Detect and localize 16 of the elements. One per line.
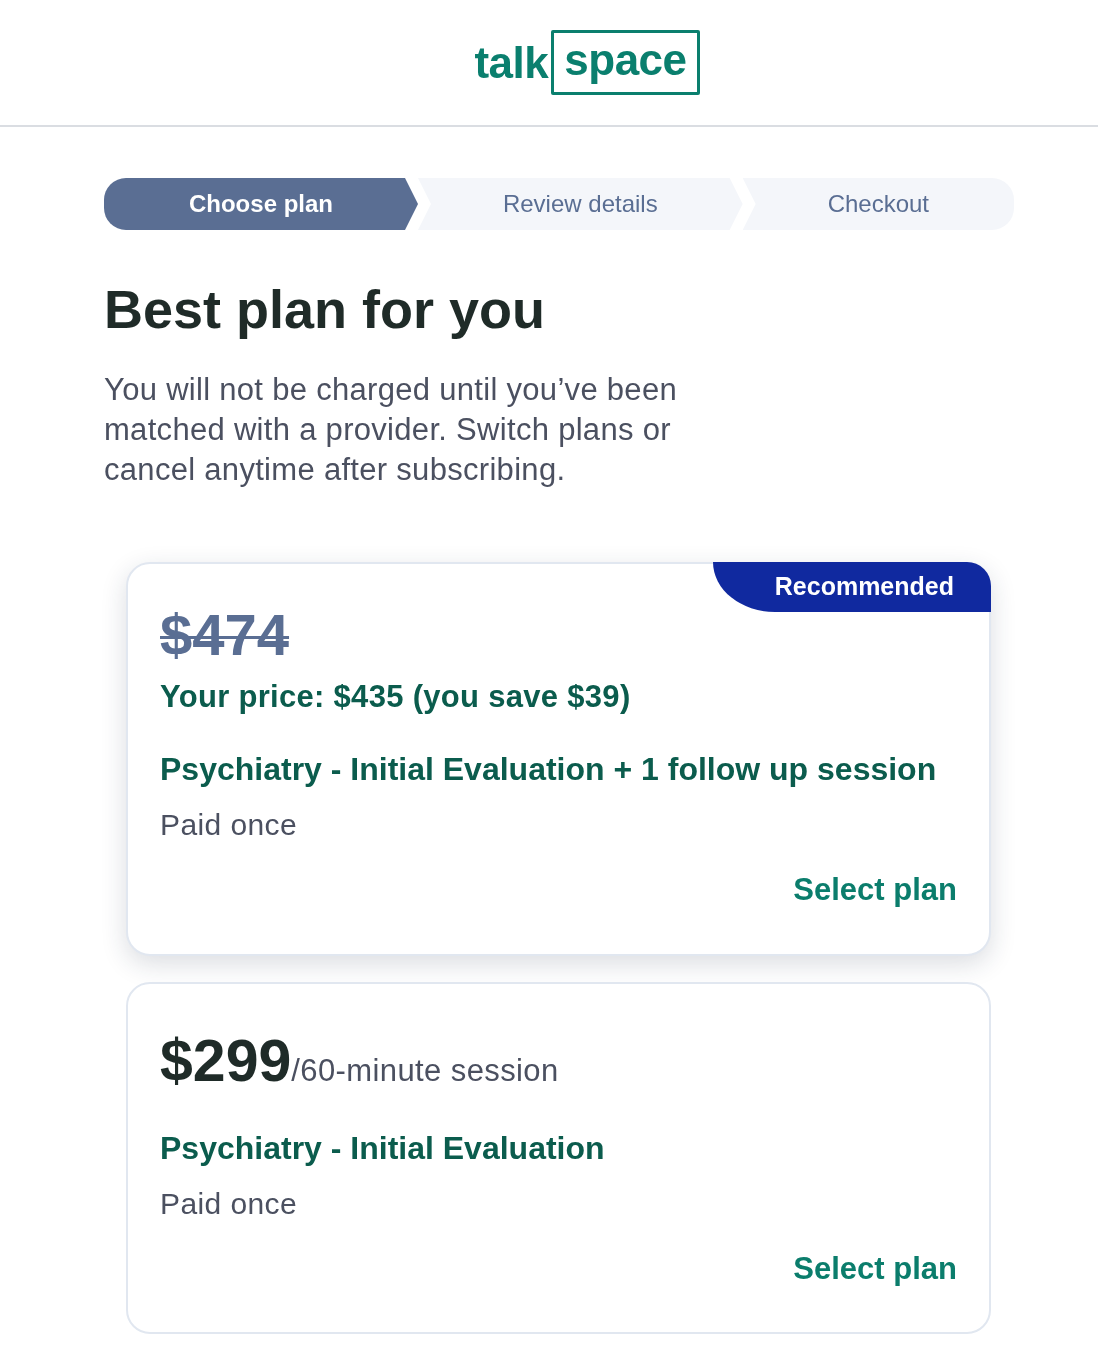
- discounted-price: Your price: $435 (you save $39): [160, 677, 632, 716]
- intro-text: You will not be charged until you’ve been matched with a provider. Switch plans or cancel anytime after subscribing.: [104, 370, 678, 489]
- progress-step: Review details: [417, 178, 743, 230]
- billing-note: Paid once: [160, 806, 299, 843]
- select-plan-button[interactable]: Select plan: [793, 1247, 957, 1290]
- progress-step: Checkout: [742, 178, 1014, 230]
- page-heading: Best plan for you: [104, 278, 547, 341]
- plan-title: Psychiatry - Initial Evaluation + 1 follow up session: [160, 749, 938, 789]
- price: $299: [160, 1028, 292, 1093]
- select-plan-button[interactable]: Select plan: [793, 868, 957, 911]
- billing-note: Paid once: [160, 1185, 299, 1222]
- recommended-badge: Recommended: [712, 561, 991, 612]
- price-unit: /60-minute session: [291, 1052, 559, 1089]
- original-price: $474: [160, 604, 291, 665]
- plan-title: Psychiatry - Initial Evaluation: [160, 1128, 606, 1168]
- progress-step: Choose plan: [104, 178, 418, 230]
